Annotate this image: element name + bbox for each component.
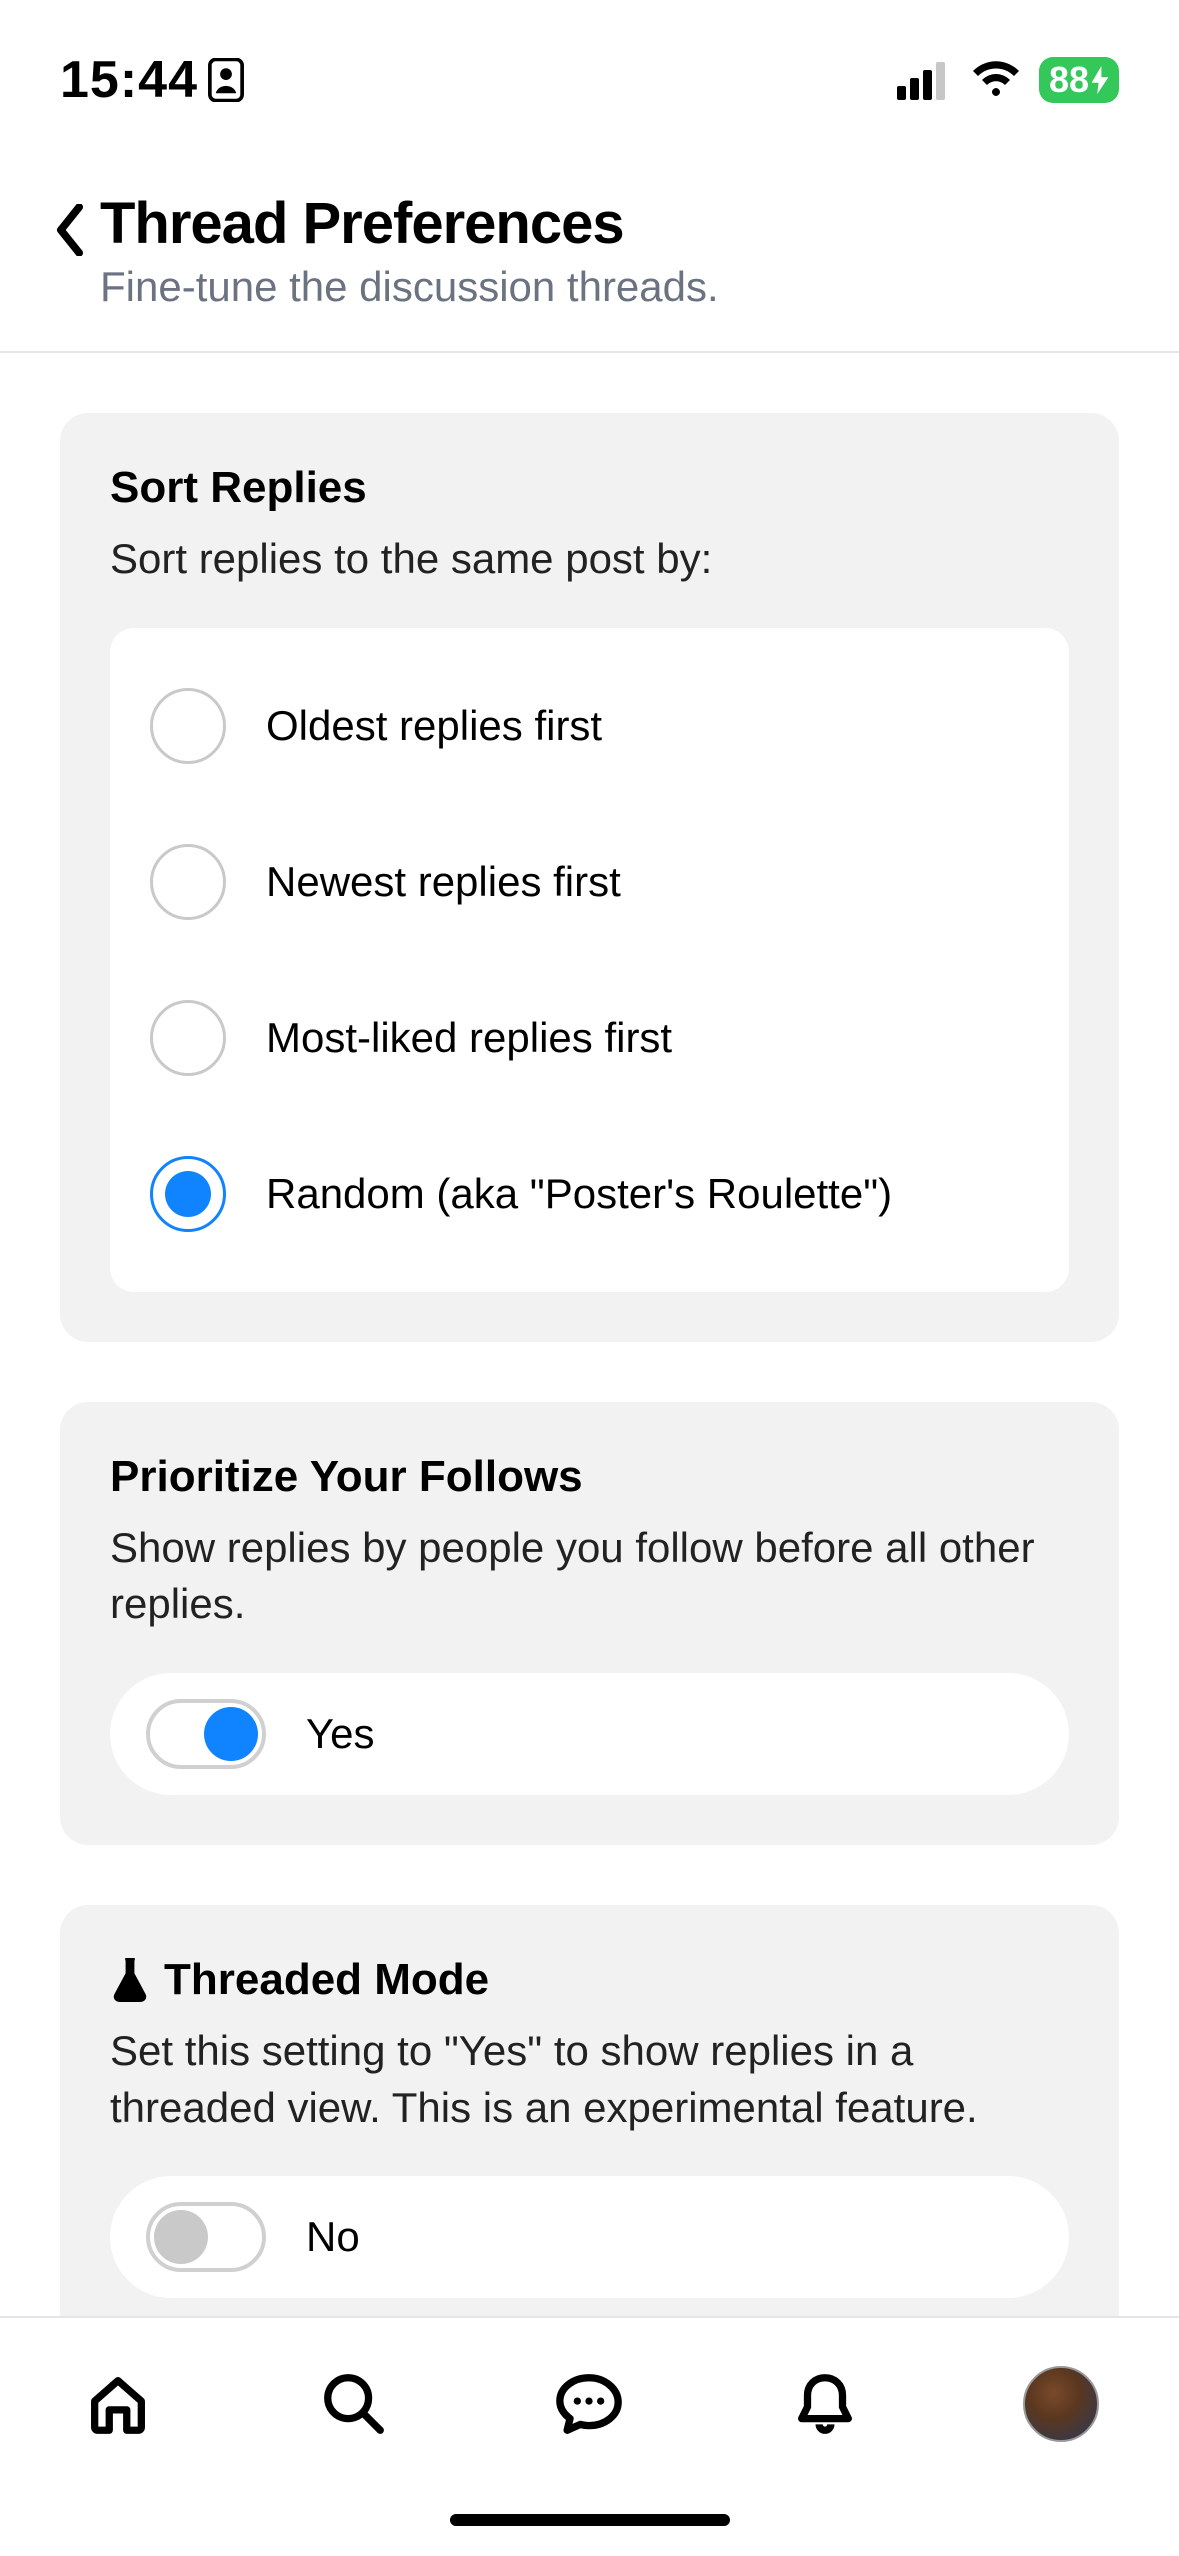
radio-label: Random (aka "Poster's Roulette") <box>266 1170 892 1218</box>
threaded-toggle-row: No <box>110 2176 1069 2298</box>
threaded-toggle-label: No <box>306 2213 360 2261</box>
prioritize-toggle[interactable] <box>146 1699 266 1769</box>
threaded-mode-card: Threaded Mode Set this setting to "Yes" … <box>60 1905 1119 2348</box>
bottom-nav <box>0 2316 1179 2556</box>
bell-icon <box>790 2369 860 2439</box>
page-subtitle: Fine-tune the discussion threads. <box>100 263 1139 311</box>
sort-replies-description: Sort replies to the same post by: <box>110 531 1069 588</box>
nav-home[interactable] <box>78 2364 158 2444</box>
wifi-icon <box>969 60 1023 100</box>
page-header: Thread Preferences Fine-tune the discuss… <box>0 140 1179 353</box>
search-icon <box>319 2369 389 2439</box>
sort-option-oldest[interactable]: Oldest replies first <box>110 648 1069 804</box>
prioritize-title: Prioritize Your Follows <box>110 1452 1069 1502</box>
prioritize-description: Show replies by people you follow before… <box>110 1520 1069 1633</box>
threaded-title: Threaded Mode <box>110 1955 1069 2005</box>
threaded-description: Set this setting to "Yes" to show replie… <box>110 2023 1069 2136</box>
prioritize-toggle-row: Yes <box>110 1673 1069 1795</box>
nav-search[interactable] <box>314 2364 394 2444</box>
home-icon <box>83 2369 153 2439</box>
radio-label: Oldest replies first <box>266 702 602 750</box>
sort-replies-title: Sort Replies <box>110 463 1069 513</box>
chevron-left-icon <box>54 204 86 256</box>
radio-indicator <box>150 688 226 764</box>
content: Sort Replies Sort replies to the same po… <box>0 353 1179 2408</box>
status-icons: 88 <box>897 57 1119 103</box>
header-titles: Thread Preferences Fine-tune the discuss… <box>100 190 1139 311</box>
sort-option-newest[interactable]: Newest replies first <box>110 804 1069 960</box>
threaded-toggle[interactable] <box>146 2202 266 2272</box>
status-time: 15:44 <box>60 50 244 110</box>
sort-replies-card: Sort Replies Sort replies to the same po… <box>60 413 1119 1342</box>
radio-indicator <box>150 844 226 920</box>
battery-percent: 88 <box>1049 59 1089 101</box>
chat-icon <box>554 2369 624 2439</box>
radio-indicator <box>150 1156 226 1232</box>
sort-replies-radio-group: Oldest replies first Newest replies firs… <box>110 628 1069 1292</box>
cellular-icon <box>897 60 953 100</box>
sort-option-random[interactable]: Random (aka "Poster's Roulette") <box>110 1116 1069 1272</box>
threaded-title-text: Threaded Mode <box>164 1955 489 2005</box>
home-indicator <box>450 2514 730 2526</box>
radio-indicator <box>150 1000 226 1076</box>
page-title: Thread Preferences <box>100 190 1139 257</box>
radio-label: Most-liked replies first <box>266 1014 672 1062</box>
bolt-icon <box>1091 66 1109 94</box>
prioritize-follows-card: Prioritize Your Follows Show replies by … <box>60 1402 1119 1845</box>
back-button[interactable] <box>40 190 100 256</box>
status-time-text: 15:44 <box>60 50 198 110</box>
battery-indicator: 88 <box>1039 57 1119 103</box>
avatar <box>1023 2366 1099 2442</box>
nav-profile[interactable] <box>1021 2364 1101 2444</box>
status-bar: 15:44 88 <box>0 0 1179 140</box>
nav-chat[interactable] <box>549 2364 629 2444</box>
sort-option-most-liked[interactable]: Most-liked replies first <box>110 960 1069 1116</box>
nav-notifications[interactable] <box>785 2364 865 2444</box>
flask-icon <box>110 1956 150 2004</box>
person-card-icon <box>208 58 244 102</box>
radio-label: Newest replies first <box>266 858 621 906</box>
prioritize-toggle-label: Yes <box>306 1710 375 1758</box>
